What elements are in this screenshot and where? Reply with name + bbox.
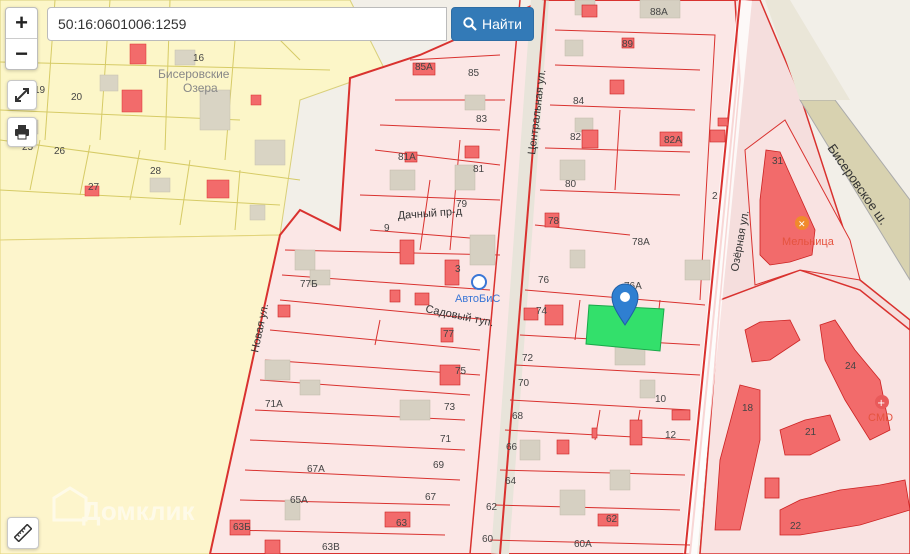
- print-button[interactable]: [7, 117, 37, 147]
- house-number: 64: [505, 476, 517, 487]
- settlement-label-line1: Бисеровские: [158, 67, 230, 81]
- house-number: 77: [443, 329, 455, 340]
- house-number: 2: [712, 191, 718, 202]
- house-number: 73: [444, 402, 456, 413]
- house-number: 63Б: [233, 522, 251, 533]
- poi-label: Мельница: [782, 236, 835, 248]
- house-number: 62: [606, 514, 618, 525]
- house-number: 28: [150, 166, 162, 177]
- house-number: 85: [468, 68, 480, 79]
- house-number: 88А: [650, 7, 668, 18]
- search-input[interactable]: [47, 7, 447, 41]
- house-number: 84: [573, 96, 585, 107]
- house-number: 78: [548, 216, 560, 227]
- house-number: 12: [665, 430, 677, 441]
- house-number: 78А: [632, 237, 650, 248]
- house-number: 26: [54, 146, 66, 157]
- house-number: 72: [522, 353, 534, 364]
- house-number: 62: [486, 502, 498, 513]
- svg-text:✕: ✕: [798, 220, 806, 230]
- house-number: 71: [440, 434, 452, 445]
- house-number: 21: [805, 427, 817, 438]
- house-number: 75: [455, 366, 467, 377]
- zoom-in-button[interactable]: +: [6, 8, 37, 38]
- house-number: 9: [384, 223, 390, 234]
- cadastral-map[interactable]: Центральная ул. Дачный пр-д Садовый туп.…: [0, 0, 910, 554]
- house-number: 83: [476, 114, 488, 125]
- house-number: 70: [518, 378, 530, 389]
- house-number: 31: [772, 156, 784, 167]
- house-number: 74: [536, 306, 548, 317]
- house-number: 76: [538, 275, 550, 286]
- house-number: 69: [433, 460, 445, 471]
- watermark-text: Домклик: [82, 496, 195, 526]
- house-number: 24: [845, 361, 857, 372]
- settlement-label-line2: Озера: [183, 81, 218, 95]
- search-icon: [463, 17, 477, 31]
- house-number: 60: [482, 534, 494, 545]
- house-number: 82А: [664, 135, 682, 146]
- house-number: 60А: [574, 539, 592, 550]
- house-number: 81А: [398, 152, 416, 163]
- poi-label: CMD: [868, 412, 893, 424]
- house-number: 71А: [265, 399, 283, 410]
- house-number: 67А: [307, 464, 325, 475]
- house-number: 3: [455, 264, 461, 275]
- house-number: 67: [425, 492, 437, 503]
- house-number: 68: [512, 411, 524, 422]
- search-button[interactable]: Найти: [451, 7, 534, 41]
- svg-text:+: +: [877, 398, 885, 409]
- measure-button[interactable]: [7, 517, 39, 549]
- house-number: 16: [193, 53, 205, 64]
- zoom-out-button[interactable]: −: [6, 38, 37, 69]
- fullscreen-button[interactable]: [7, 80, 37, 110]
- house-number: 81: [473, 164, 485, 175]
- house-number: 82: [570, 132, 582, 143]
- house-number: 89: [622, 39, 634, 50]
- house-number: 18: [742, 403, 754, 414]
- poi-label: АвтоБиС: [455, 293, 500, 305]
- zoom-control: + −: [5, 7, 38, 70]
- house-number: 63В: [322, 542, 340, 553]
- house-number: 27: [88, 182, 100, 193]
- house-number: 77Б: [300, 279, 318, 290]
- house-number: 80: [565, 179, 577, 190]
- house-number: 10: [655, 394, 667, 405]
- house-number: 22: [790, 521, 802, 532]
- house-number: 79: [456, 199, 468, 210]
- printer-icon: [15, 125, 29, 140]
- expand-icon: [15, 88, 29, 102]
- search-button-label: Найти: [482, 16, 522, 32]
- house-number: 85А: [415, 62, 433, 73]
- house-number: 63: [396, 518, 408, 529]
- house-number: 20: [71, 92, 83, 103]
- ruler-icon: [14, 524, 32, 542]
- house-number: 66: [506, 442, 518, 453]
- house-number: 65А: [290, 495, 308, 506]
